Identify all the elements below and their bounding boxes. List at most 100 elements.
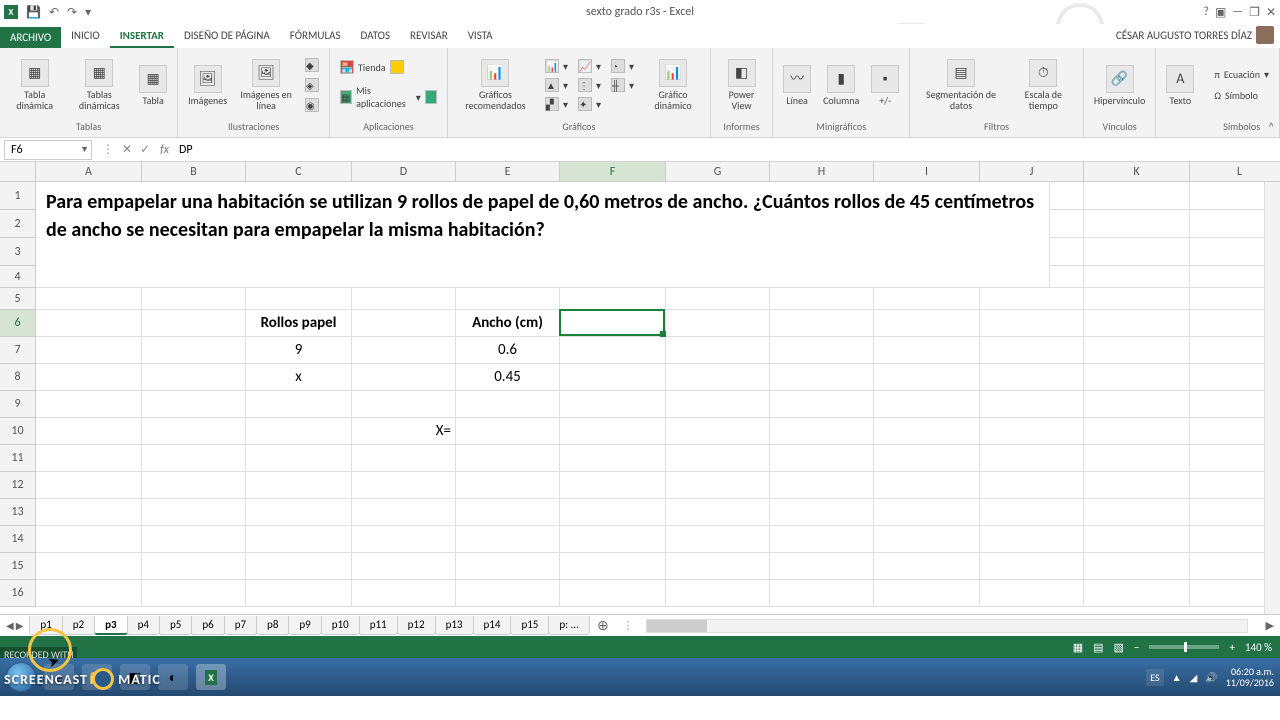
view-layout-icon[interactable]: ▤ [1093,641,1103,654]
col-header-B[interactable]: B [142,162,246,182]
cell-C11[interactable] [246,445,352,472]
cell-F14[interactable] [560,526,666,553]
zoom-out-icon[interactable]: − [1134,641,1139,654]
cell-D14[interactable] [352,526,456,553]
col-header-D[interactable]: D [352,162,456,182]
col-header-E[interactable]: E [456,162,560,182]
imagenes-en-linea-button[interactable]: 🖼Imágenes en línea [235,57,297,113]
cell-G16[interactable] [666,580,770,607]
cell-J9[interactable] [980,391,1084,418]
user-account[interactable]: CÉSAR AUGUSTO TORRES DÍAZ [1116,26,1274,44]
cell-E7[interactable]: 0.6 [456,337,560,364]
cell-I11[interactable] [874,445,980,472]
cell-J11[interactable] [980,445,1084,472]
cell-K12[interactable] [1084,472,1190,499]
cell-D10[interactable]: X= [352,418,456,445]
sheet-tab-p12[interactable]: p12 [397,616,436,635]
cell-H12[interactable] [770,472,874,499]
imagenes-button[interactable]: 🖼Imágenes [184,63,231,108]
sheet-tab-p10[interactable]: p10 [321,616,360,635]
cell-E9[interactable] [456,391,560,418]
cell-G13[interactable] [666,499,770,526]
sheet-next-icon[interactable]: ▶ [16,619,24,632]
name-box[interactable]: F6 ▼ [4,140,92,160]
cell-I13[interactable] [874,499,980,526]
col-header-K[interactable]: K [1084,162,1190,182]
power-view-button[interactable]: ◧Power View [717,57,766,113]
cell-K1[interactable] [1084,182,1190,210]
cell-B9[interactable] [142,391,246,418]
cell-D8[interactable] [352,364,456,391]
row-header-8[interactable]: 8 [0,364,36,391]
cell-K6[interactable] [1084,310,1190,337]
row-header-13[interactable]: 13 [0,499,36,526]
cell-D11[interactable] [352,445,456,472]
cell-H8[interactable] [770,364,874,391]
sheet-tab-p3[interactable]: p3 [94,616,127,635]
cell-D9[interactable] [352,391,456,418]
sheet-tab-p6[interactable]: p6 [191,616,224,635]
cell-C12[interactable] [246,472,352,499]
cancel-icon[interactable]: ✕ [122,142,132,157]
tab-vista[interactable]: VISTA [458,25,503,48]
save-icon[interactable]: 💾 [26,5,41,20]
cell-C14[interactable] [246,526,352,553]
pie-chart-icon[interactable]: ◔▾ [607,57,638,75]
spreadsheet-grid[interactable]: ABCDEFGHIJKL 12345678910111213141516 Rol… [0,162,1280,614]
sheet-tab-p13[interactable]: p13 [435,616,474,635]
cell-A13[interactable] [36,499,142,526]
cell-F13[interactable] [560,499,666,526]
cell-J14[interactable] [980,526,1084,553]
tab-diseño-de-página[interactable]: DISEÑO DE PÁGINA [174,25,280,48]
cell-E13[interactable] [456,499,560,526]
cell-B13[interactable] [142,499,246,526]
sparkline-winloss-button[interactable]: ▪+/- [867,63,903,108]
cell-I5[interactable] [874,288,980,310]
tablas-dinamicas-button[interactable]: ▦Tablas dinámicas [67,57,131,113]
cell-K2[interactable] [1084,210,1190,238]
col-header-G[interactable]: G [666,162,770,182]
sheet-tab-p[interactable]: p: ... [548,616,590,635]
zoom-level[interactable]: 140 % [1245,641,1272,654]
row-header-5[interactable]: 5 [0,288,36,310]
tray-flag-icon[interactable]: ▲ [1172,671,1182,684]
cell-A5[interactable] [36,288,142,310]
cell-B11[interactable] [142,445,246,472]
cell-E16[interactable] [456,580,560,607]
combo-chart-icon[interactable]: ▞▾ [541,95,572,113]
tab-insertar[interactable]: INSERTAR [110,25,174,48]
cell-K7[interactable] [1084,337,1190,364]
cell-F5[interactable] [560,288,666,310]
cell-E8[interactable]: 0.45 [456,364,560,391]
cell-I15[interactable] [874,553,980,580]
cell-K11[interactable] [1084,445,1190,472]
shapes-button[interactable]: ◆ [301,56,323,74]
undo-icon[interactable]: ↶ [49,5,59,20]
col-header-F[interactable]: F [560,162,666,182]
cell-I16[interactable] [874,580,980,607]
cell-K9[interactable] [1084,391,1190,418]
collapse-ribbon-icon[interactable]: ^ [1269,120,1274,133]
row-header-4[interactable]: 4 [0,266,36,288]
cell-A11[interactable] [36,445,142,472]
sheet-tab-p15[interactable]: p15 [510,616,549,635]
cell-K3[interactable] [1084,238,1190,266]
cell-G9[interactable] [666,391,770,418]
enter-icon[interactable]: ✓ [140,142,150,157]
cell-J5[interactable] [980,288,1084,310]
bar-chart-icon[interactable]: 📊▾ [541,57,572,75]
cell-D6[interactable] [352,310,456,337]
cell-G8[interactable] [666,364,770,391]
cell-G7[interactable] [666,337,770,364]
cell-A15[interactable] [36,553,142,580]
sheet-tab-p2[interactable]: p2 [62,616,95,635]
fx-icon[interactable]: fx [160,143,175,157]
split-icon[interactable]: ⋮ [102,142,114,157]
cell-H11[interactable] [770,445,874,472]
cell-F9[interactable] [560,391,666,418]
cell-F11[interactable] [560,445,666,472]
row-header-10[interactable]: 10 [0,418,36,445]
cell-B8[interactable] [142,364,246,391]
cell-I7[interactable] [874,337,980,364]
cell-C6[interactable]: Rollos papel [246,310,352,337]
